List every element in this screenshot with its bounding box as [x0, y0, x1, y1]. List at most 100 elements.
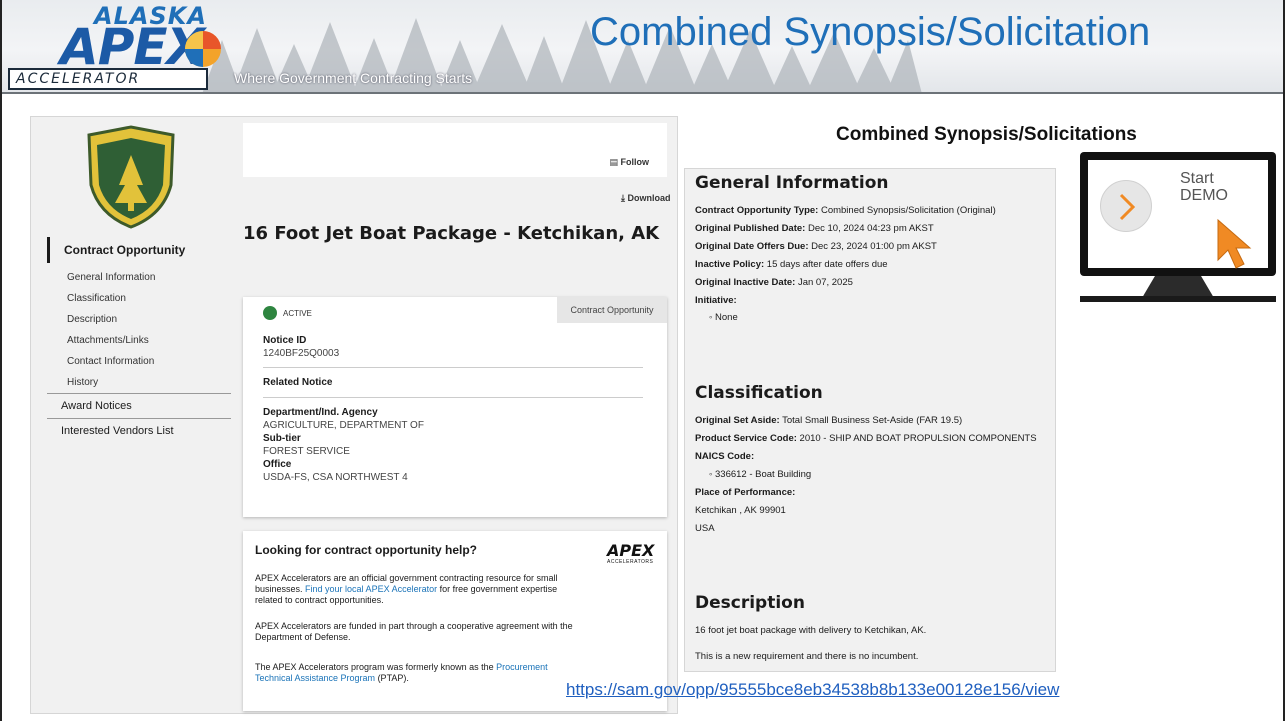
psc-label: Product Service Code: — [695, 433, 797, 444]
download-label: Download — [627, 193, 671, 203]
set-aside-label: Original Set Aside: — [695, 415, 780, 426]
brand-accelerators-text: ACCELERATORS — [607, 559, 654, 565]
nav-attachments-links[interactable]: Attachments/Links — [47, 330, 231, 351]
follow-button[interactable]: ▤ Follow — [609, 157, 649, 168]
initiative-label: Initiative: — [695, 295, 737, 306]
pop-country: USA — [695, 523, 715, 534]
set-aside-row: Original Set Aside: Total Small Business… — [695, 415, 962, 426]
find-local-apex-link[interactable]: Find your local APEX Accelerator — [305, 584, 437, 594]
alaska-apex-logo: ALASKA APEX ACCELERATOR — [6, 2, 232, 90]
follow-bar: ▤ Follow — [243, 123, 667, 177]
divider — [263, 367, 643, 368]
opportunity-type-label: Contract Opportunity Type: — [695, 205, 819, 216]
sam-opportunity-link[interactable]: https://sam.gov/opp/95555bce8eb34538b8b1… — [566, 680, 1059, 700]
opportunity-details-screenshot: General Information Contract Opportunity… — [684, 168, 1056, 672]
naics-label-text: NAICS Code: — [695, 451, 755, 462]
opportunity-type-value: Combined Synopsis/Solicitation (Original… — [818, 205, 996, 216]
demo-text: DEMO — [1180, 187, 1228, 204]
inactive-date-row: Original Inactive Date: Jan 07, 2025 — [695, 277, 853, 288]
cursor-arrow-icon — [1217, 218, 1252, 269]
opportunity-type-row: Contract Opportunity Type: Combined Syno… — [695, 205, 996, 216]
inactive-policy-label: Inactive Policy: — [695, 259, 765, 270]
monitor-base — [1080, 296, 1276, 302]
help-paragraph-2: APEX Accelerators are funded in part thr… — [255, 621, 573, 642]
help-p3-text-a: The APEX Accelerators program was former… — [255, 662, 497, 672]
initiative-value-text: None — [715, 312, 738, 323]
notice-card: Contract Opportunity ACTIVE Notice ID 12… — [243, 297, 667, 517]
inactive-policy-value: 15 days after date offers due — [764, 259, 888, 270]
help-paragraph-1: APEX Accelerators are an official govern… — [255, 573, 585, 606]
tagline: Where Government Contracting Starts — [234, 70, 473, 86]
published-date-label: Original Published Date: — [695, 223, 806, 234]
opportunity-title: 16 Foot Jet Boat Package - Ketchikan, AK — [243, 223, 660, 244]
divider — [263, 397, 643, 398]
start-demo-text: Start DEMO — [1180, 170, 1228, 204]
nav-classification[interactable]: Classification — [47, 288, 231, 309]
published-date-value: Dec 10, 2024 04:23 pm AKST — [805, 223, 934, 234]
start-text: Start — [1180, 170, 1214, 187]
related-notice-label: Related Notice — [263, 377, 333, 388]
start-demo-monitor[interactable]: Start DEMO — [1080, 152, 1276, 310]
general-information-heading: General Information — [695, 173, 889, 193]
follow-label: Follow — [620, 157, 650, 167]
initiative-label-text: Initiative: — [695, 295, 737, 306]
offers-due-label: Original Date Offers Due: — [695, 241, 809, 252]
nav-history[interactable]: History — [47, 372, 231, 393]
naics-value: ◦ 336612 - Boat Building — [709, 469, 812, 480]
forest-service-shield-icon — [87, 125, 175, 229]
nav-description[interactable]: Description — [47, 309, 231, 330]
help-paragraph-3: The APEX Accelerators program was former… — [255, 662, 585, 684]
monitor-screen: Start DEMO — [1080, 152, 1276, 276]
psc-row: Product Service Code: 2010 - SHIP AND BO… — [695, 433, 1037, 444]
nav-contract-opportunity[interactable]: Contract Opportunity — [47, 237, 231, 263]
sidebar-nav: Contract Opportunity General Information… — [47, 237, 231, 443]
logo-accelerator-text: ACCELERATOR — [8, 68, 208, 90]
place-of-performance-label: Place of Performance: — [695, 487, 795, 498]
notice-id-value: 1240BF25Q0003 — [263, 348, 340, 359]
follow-icon: ▤ — [609, 157, 621, 167]
pop-city: Ketchikan , AK 99901 — [695, 505, 786, 516]
tab-contract-opportunity[interactable]: Contract Opportunity — [557, 297, 667, 323]
header-banner: ALASKA APEX ACCELERATOR Where Government… — [2, 0, 1283, 94]
description-line-1: 16 foot jet boat package with delivery t… — [695, 625, 927, 636]
nav-award-notices[interactable]: Award Notices — [47, 393, 231, 418]
apex-accelerators-logo: APEX ACCELERATORS — [607, 541, 655, 566]
description-line-2: This is a new requirement and there is n… — [695, 651, 919, 662]
initiative-value: ◦ None — [709, 312, 738, 323]
pop-label-text: Place of Performance: — [695, 487, 796, 498]
offers-due-row: Original Date Offers Due: Dec 23, 2024 0… — [695, 241, 937, 252]
department-value: AGRICULTURE, DEPARTMENT OF — [263, 420, 424, 431]
subtier-label: Sub-tier — [263, 433, 301, 444]
set-aside-value: Total Small Business Set-Aside (FAR 19.5… — [779, 415, 963, 426]
naics-label: NAICS Code: — [695, 451, 754, 462]
section-label: Combined Synopsis/Solicitations — [836, 124, 1137, 145]
nav-interested-vendors-list[interactable]: Interested Vendors List — [47, 418, 231, 443]
status-dot-icon — [263, 306, 277, 320]
nav-contact-information[interactable]: Contact Information — [47, 351, 231, 372]
nav-general-information[interactable]: General Information — [47, 267, 231, 288]
monitor-display: Start DEMO — [1088, 160, 1268, 269]
classification-heading: Classification — [695, 383, 823, 403]
download-button[interactable]: ⤓ Download — [621, 193, 670, 204]
notice-id-label: Notice ID — [263, 335, 307, 346]
psc-value: 2010 - SHIP AND BOAT PROPULSION COMPONEN… — [796, 433, 1037, 444]
office-label: Office — [263, 459, 292, 470]
office-value: USDA-FS, CSA NORTHWEST 4 — [263, 472, 408, 483]
status-text: ACTIVE — [283, 308, 312, 318]
chevron-right-icon — [1119, 193, 1136, 221]
status-badge: ACTIVE — [263, 306, 312, 320]
inactive-date-label: Original Inactive Date: — [695, 277, 796, 288]
subtier-value: FOREST SERVICE — [263, 446, 350, 457]
inactive-date-value: Jan 07, 2025 — [795, 277, 853, 288]
published-date-row: Original Published Date: Dec 10, 2024 04… — [695, 223, 934, 234]
naics-value-text: 336612 - Boat Building — [715, 469, 812, 480]
slide-title: Combined Synopsis/Solicitation — [590, 10, 1151, 54]
offers-due-value: Dec 23, 2024 01:00 pm AKST — [808, 241, 937, 252]
department-label: Department/Ind. Agency — [263, 407, 378, 418]
description-heading: Description — [695, 593, 805, 613]
help-p3-text-b: (PTAP). — [375, 673, 409, 683]
play-circle-icon — [1100, 180, 1152, 232]
monitor-stand — [1142, 276, 1214, 298]
sam-opportunity-screenshot: Contract Opportunity General Information… — [30, 116, 678, 714]
brand-apex-text: APEX — [607, 541, 655, 560]
